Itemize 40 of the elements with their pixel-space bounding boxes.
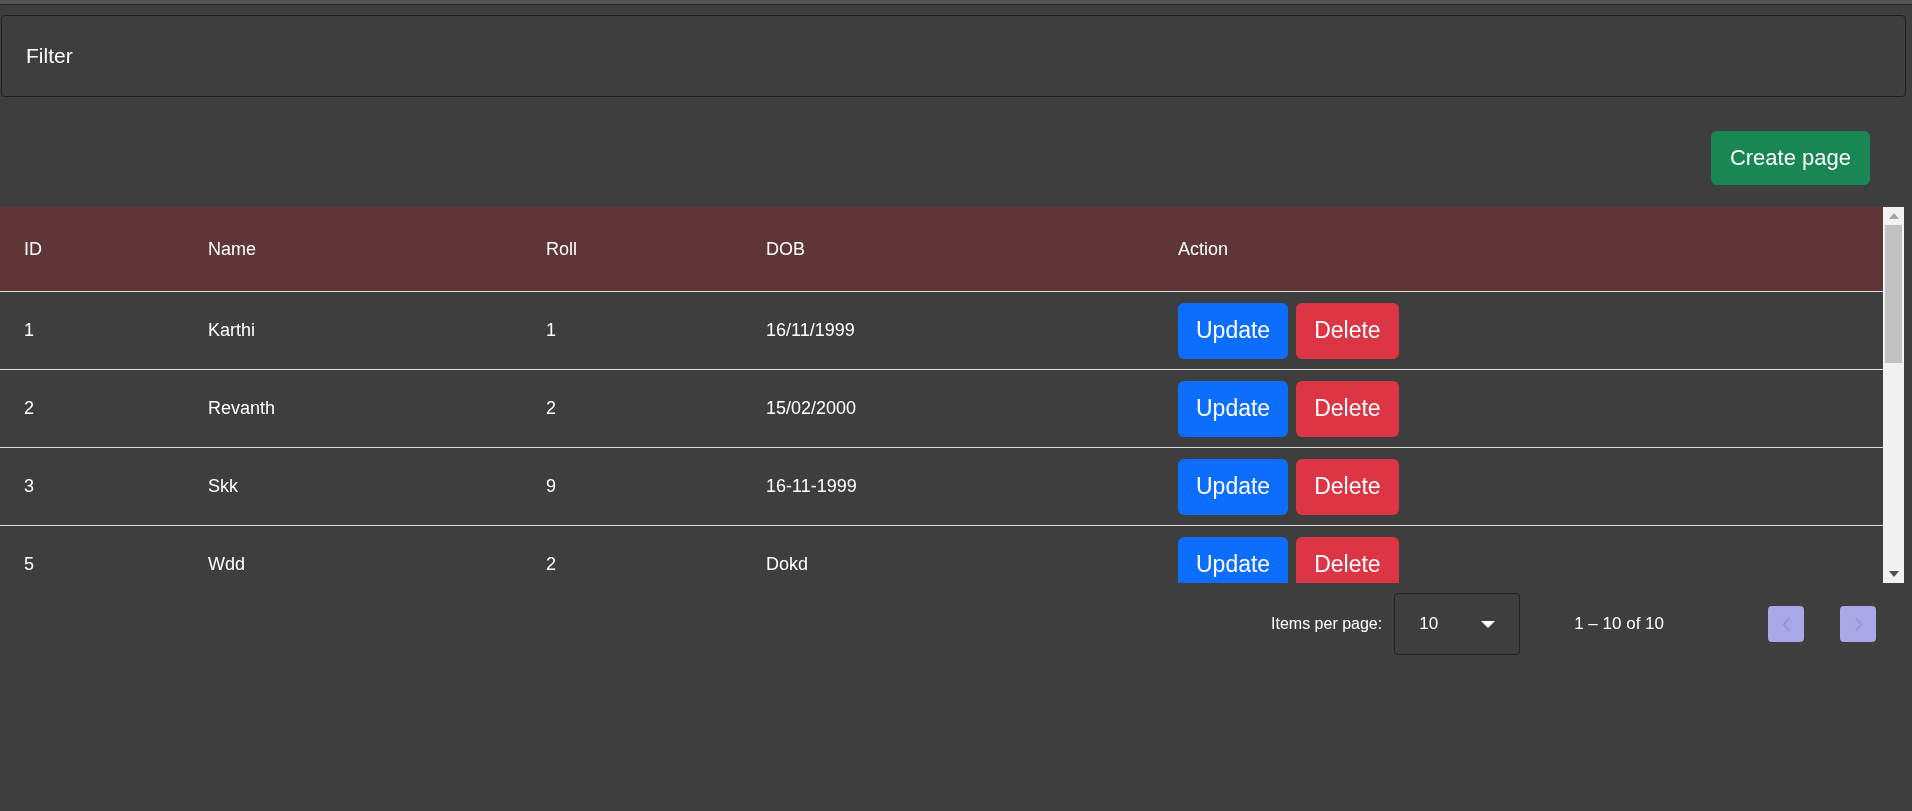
update-button[interactable]: Update: [1178, 458, 1289, 515]
table-cell: 16-11-1999: [766, 476, 857, 496]
delete-button[interactable]: Delete: [1296, 380, 1399, 437]
table-cell: 2: [546, 398, 556, 418]
table-cell: Skk: [208, 476, 238, 496]
table-cell: 1: [546, 320, 556, 340]
table-cell: 1: [24, 320, 34, 340]
column-header: Action: [1178, 238, 1229, 260]
delete-button[interactable]: Delete: [1296, 536, 1399, 583]
items-per-page-label: Items per page:: [1271, 615, 1383, 633]
create-page-button[interactable]: Create page: [1710, 131, 1870, 185]
table-cell: 2: [546, 554, 556, 574]
scrollbar[interactable]: [1883, 207, 1904, 583]
delete-button[interactable]: Delete: [1296, 302, 1399, 359]
table-cell: Revanth: [208, 398, 276, 418]
scroll-down-icon[interactable]: [1888, 571, 1899, 577]
update-button[interactable]: Update: [1178, 536, 1289, 583]
column-header: Roll: [546, 238, 578, 260]
page-size-select[interactable]: 10: [1394, 593, 1521, 655]
column-header: DOB: [766, 238, 806, 260]
table-cell: 3: [24, 476, 34, 496]
delete-button[interactable]: Delete: [1296, 458, 1399, 515]
filter-panel[interactable]: Filter: [1, 15, 1906, 97]
page-range-text: 1 – 10 of 10: [1574, 614, 1664, 634]
table-cell: 2: [24, 398, 34, 418]
filter-title: Filter: [26, 44, 73, 68]
update-button[interactable]: Update: [1178, 302, 1289, 359]
table-cell: Karthi: [208, 320, 256, 340]
table-cell: 9: [546, 476, 556, 496]
update-button[interactable]: Update: [1178, 380, 1289, 437]
scrollbar-thumb[interactable]: [1885, 225, 1902, 363]
column-header: Name: [208, 238, 257, 260]
dropdown-caret-icon: [1481, 620, 1496, 628]
scroll-up-icon[interactable]: [1888, 213, 1899, 219]
table-cell: Dokd: [766, 554, 809, 574]
table-cell: 15/02/2000: [766, 398, 857, 418]
table-cell: 5: [24, 554, 34, 574]
table-cell: 16/11/1999: [766, 320, 855, 340]
column-header: ID: [24, 238, 43, 260]
table-cell: Wdd: [208, 554, 245, 574]
